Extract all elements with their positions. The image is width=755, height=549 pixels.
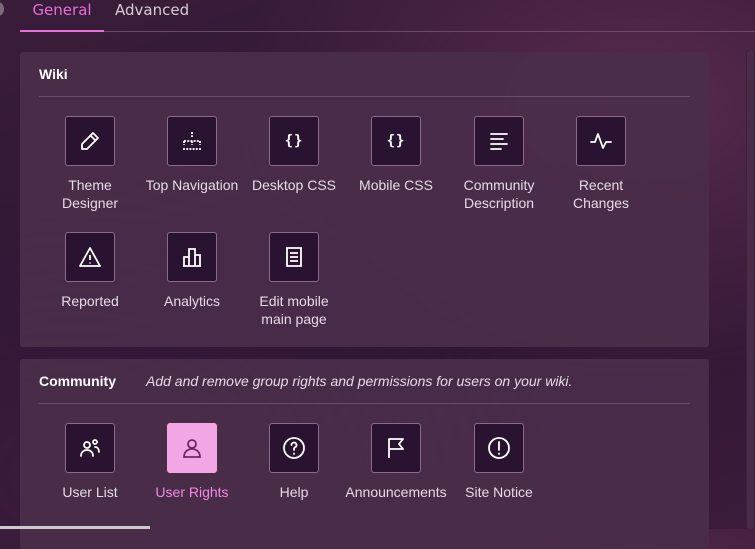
exclamation-icon [474, 423, 524, 473]
tile-site-notice[interactable]: Site Notice [448, 423, 550, 501]
tile-user-rights[interactable]: User Rights [141, 423, 243, 501]
tab-bar: General Advanced [20, 0, 755, 32]
tile-label: Recent Changes [572, 177, 630, 211]
tile-edit-mobile-main-page[interactable]: Edit mobile main page [243, 232, 345, 328]
tile-label: Edit mobile main page [259, 293, 329, 327]
tile-analytics[interactable]: Analytics [141, 232, 243, 310]
tile-user-list[interactable]: User List [39, 423, 141, 501]
tile-label: Desktop CSS [251, 177, 337, 193]
warning-icon [65, 232, 115, 282]
tile-label: Announcements [345, 484, 447, 500]
tile-desktop-css[interactable]: {} Desktop CSS [243, 116, 345, 194]
wiki-panel-header: Wiki [39, 66, 690, 97]
tile-label: Reported [61, 293, 119, 309]
tile-label: Top Navigation [145, 177, 239, 193]
tile-reported[interactable]: Reported [39, 232, 141, 310]
page-icon [269, 232, 319, 282]
tile-community-description[interactable]: Community Description [448, 116, 550, 212]
tile-label: Analytics [163, 293, 221, 309]
text-lines-icon [474, 116, 524, 166]
tile-label: User List [62, 484, 118, 500]
tab-general[interactable]: General [20, 0, 104, 32]
community-panel: Community Add and remove group rights an… [20, 359, 709, 549]
tile-top-navigation[interactable]: Top Navigation [141, 116, 243, 194]
activity-icon [576, 116, 626, 166]
code-braces-glyph: {} [386, 133, 406, 149]
community-panel-header: Community Add and remove group rights an… [39, 373, 690, 404]
tile-label: User Rights [155, 484, 229, 500]
code-braces-icon: {} [269, 116, 319, 166]
tab-advanced[interactable]: Advanced [115, 0, 195, 30]
tile-theme-designer[interactable]: Theme Designer [39, 116, 141, 212]
tile-announcements[interactable]: Announcements [345, 423, 447, 501]
users-icon [65, 423, 115, 473]
pencil-icon [65, 116, 115, 166]
bar-chart-icon [167, 232, 217, 282]
window-edge-control [0, 2, 4, 16]
sitemap-icon [167, 116, 217, 166]
tile-help[interactable]: Help [243, 423, 345, 501]
tile-recent-changes[interactable]: Recent Changes [550, 116, 652, 212]
tile-label: Theme Designer [61, 177, 119, 211]
wiki-panel: Wiki Theme Designer Top Navigation {} De… [20, 52, 709, 347]
code-braces-icon: {} [371, 116, 421, 166]
tile-mobile-css[interactable]: {} Mobile CSS [345, 116, 447, 194]
tile-label: Site Notice [465, 484, 533, 500]
tile-label: Community Description [463, 177, 535, 211]
tile-label: Help [279, 484, 309, 500]
scrollbar-thumb[interactable] [747, 50, 754, 529]
community-panel-description: Add and remove group rights and permissi… [146, 373, 573, 389]
user-icon [167, 423, 217, 473]
code-braces-glyph: {} [284, 133, 304, 149]
community-panel-title: Community [39, 373, 116, 389]
question-icon [269, 423, 319, 473]
tile-label: Mobile CSS [359, 177, 433, 193]
flag-icon [371, 423, 421, 473]
wiki-panel-title: Wiki [39, 66, 68, 82]
